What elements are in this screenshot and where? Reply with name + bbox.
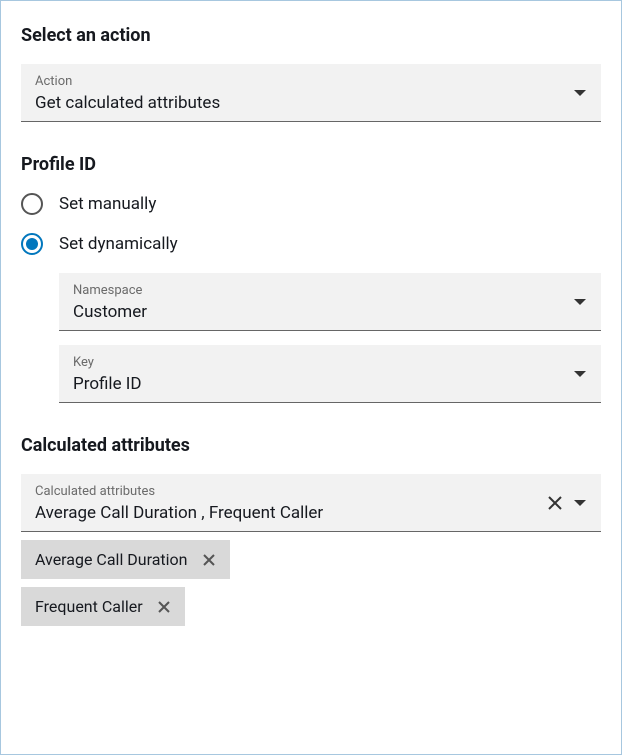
config-panel: Select an action Action Get calculated a…: [0, 0, 622, 755]
caret-down-icon: [573, 370, 587, 378]
key-value: Profile ID: [73, 374, 587, 394]
radio-set-manually[interactable]: Set manually: [21, 193, 601, 215]
calc-attrs-value: Average Call Duration , Frequent Caller: [35, 503, 587, 523]
namespace-value: Customer: [73, 302, 587, 322]
dynamic-fields: Namespace Customer Key Profile ID: [59, 273, 601, 403]
action-select[interactable]: Action Get calculated attributes: [21, 64, 601, 122]
chip-remove-icon[interactable]: [157, 600, 171, 614]
caret-down-icon: [573, 499, 587, 507]
key-label: Key: [73, 355, 587, 370]
radio-label-manual: Set manually: [59, 194, 156, 214]
chip-label: Frequent Caller: [35, 597, 143, 616]
radio-icon: [21, 193, 43, 215]
namespace-select[interactable]: Namespace Customer: [59, 273, 601, 331]
radio-icon-selected: [21, 233, 43, 255]
chip-remove-icon[interactable]: [202, 553, 216, 567]
select-action-heading: Select an action: [21, 25, 601, 46]
calc-attrs-label: Calculated attributes: [35, 484, 587, 499]
caret-down-icon: [573, 89, 587, 97]
namespace-label: Namespace: [73, 283, 587, 298]
chip-label: Average Call Duration: [35, 550, 188, 569]
radio-set-dynamically[interactable]: Set dynamically: [21, 233, 601, 255]
chip-list: Average Call Duration Frequent Caller: [21, 532, 601, 626]
chip-frequent-caller: Frequent Caller: [21, 587, 185, 626]
caret-down-icon: [573, 298, 587, 306]
calc-attrs-select[interactable]: Calculated attributes Average Call Durat…: [21, 474, 601, 532]
action-select-label: Action: [35, 74, 587, 89]
calc-attrs-heading: Calculated attributes: [21, 435, 601, 456]
clear-all-icon[interactable]: [547, 495, 563, 511]
profile-id-heading: Profile ID: [21, 154, 601, 175]
key-select[interactable]: Key Profile ID: [59, 345, 601, 403]
chip-average-call-duration: Average Call Duration: [21, 540, 230, 579]
radio-label-dynamic: Set dynamically: [59, 234, 178, 254]
action-select-value: Get calculated attributes: [35, 93, 587, 113]
profile-id-radio-group: Set manually Set dynamically: [21, 193, 601, 255]
